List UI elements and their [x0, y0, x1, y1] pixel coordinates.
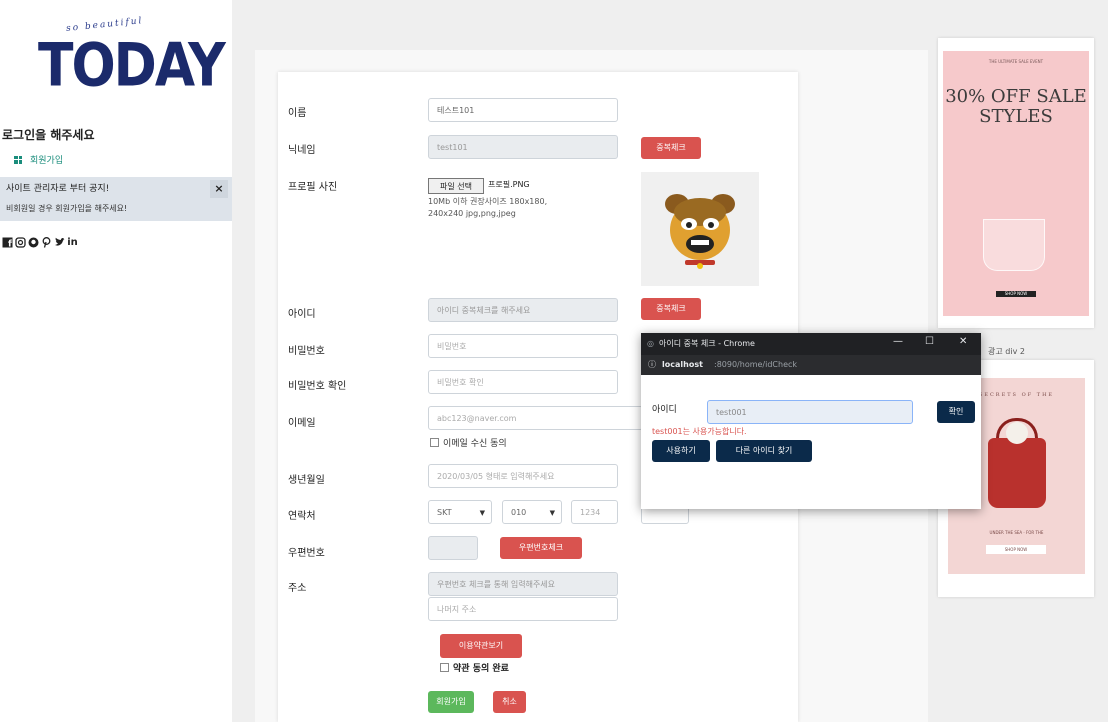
pinterest-icon[interactable]	[41, 237, 52, 248]
file-select-button[interactable]: 파일 선택	[428, 178, 484, 194]
glass-icon	[983, 219, 1045, 271]
close-icon[interactable]: ×	[210, 180, 228, 198]
phone-mid-input[interactable]: 1234	[571, 500, 618, 524]
popup-id-input[interactable]: test001	[707, 400, 913, 424]
instagram-icon[interactable]	[15, 237, 26, 248]
nickname-input[interactable]: test101	[428, 135, 618, 159]
cancel-button[interactable]: 취소	[493, 691, 526, 713]
ad-label: 광고 div 2	[988, 347, 1025, 356]
photo-label: 프로필 사진	[288, 182, 338, 193]
password-input[interactable]: 비밀번호	[428, 334, 618, 358]
file-note: 10Mb 이하 권장사이즈 180x180, 240x240 jpg,png,j…	[428, 197, 548, 218]
id-check-popup: ◎ 아이디 중복 체크 - Chrome — ☐ ✕ ⓘ localhost :…	[641, 333, 981, 509]
name-input[interactable]: 테스트101	[428, 98, 618, 122]
popup-confirm-button[interactable]: 확인	[937, 401, 975, 423]
terms-agree[interactable]: 약관 동의 완료	[440, 661, 509, 674]
birth-label: 생년월일	[288, 475, 325, 486]
carrier-select[interactable]: SKT ▼	[428, 500, 492, 524]
ad1-cta-button[interactable]: SHOP NOW	[996, 291, 1036, 297]
login-prompt: 로그인을 해주세요	[2, 128, 95, 142]
id-input[interactable]: 아이디 중복체크를 해주세요	[428, 298, 618, 322]
ad1-image: THE ULTIMATE SALE EVENT 30% OFF SALE STY…	[943, 51, 1089, 316]
left-sidebar: so beautiful TODAY 로그인을 해주세요 회원가입 사이트 관리…	[0, 0, 232, 722]
ad-banner-1[interactable]: THE ULTIMATE SALE EVENT 30% OFF SALE STY…	[938, 38, 1094, 328]
facebook-icon[interactable]: f	[2, 237, 13, 250]
phone-label: 연락처	[288, 511, 316, 522]
file-name-text: 프로필.PNG	[488, 180, 530, 189]
grid-icon	[14, 155, 22, 164]
popup-titlebar: ◎ 아이디 중복 체크 - Chrome — ☐ ✕	[641, 333, 981, 355]
notice-title: 사이트 관리자로 부터 공지!	[6, 184, 110, 194]
maximize-icon[interactable]: ☐	[925, 336, 934, 347]
address-label: 주소	[288, 583, 307, 594]
terms-button[interactable]: 이용약관보기	[440, 634, 522, 658]
phone-prefix-select[interactable]: 010 ▼	[502, 500, 562, 524]
caret-down-icon: ▼	[479, 509, 485, 517]
carrier-value: SKT	[437, 508, 452, 517]
github-icon[interactable]	[28, 237, 39, 248]
close-icon[interactable]: ✕	[959, 336, 967, 347]
terms-agree-label: 약관 동의 완료	[453, 664, 509, 674]
zip-check-button[interactable]: 우편번호체크	[500, 537, 582, 559]
notice-body: 비회원일 경우 회원가입을 해주세요!	[6, 204, 128, 213]
info-icon[interactable]: ⓘ	[648, 359, 656, 370]
zip-input[interactable]	[428, 536, 478, 560]
address-detail-input[interactable]: 나머지 주소	[428, 597, 618, 621]
bear-avatar-icon	[665, 194, 735, 269]
password-confirm-input[interactable]: 비밀번호 확인	[428, 370, 618, 394]
cat-icon	[1006, 422, 1028, 444]
address-input[interactable]: 우편번호 체크를 통해 입력해주세요	[428, 572, 618, 596]
ad1-top-text: THE ULTIMATE SALE EVENT	[988, 59, 1044, 64]
linkedin-icon[interactable]: in	[67, 237, 78, 248]
ad2-caption: UNDER THE SEA · FOR THE	[989, 530, 1044, 535]
popup-id-label: 아이디	[652, 405, 677, 415]
zip-label: 우편번호	[288, 548, 325, 559]
birth-input[interactable]: 2020/03/05 형태로 입력해주세요	[428, 464, 618, 488]
minimize-icon[interactable]: —	[893, 336, 903, 347]
ad2-cta-button[interactable]: SHOP NOW	[986, 545, 1046, 554]
screenshot-frame: so beautiful TODAY 로그인을 해주세요 회원가입 사이트 관리…	[0, 0, 1108, 722]
id-check-button[interactable]: 중복체크	[641, 298, 701, 320]
ad1-headline: 30% OFF SALE STYLES	[945, 86, 1087, 127]
nickname-label: 닉네임	[288, 145, 316, 156]
url-path: :8090/home/idCheck	[714, 360, 798, 369]
email-input[interactable]: abc123@naver.com	[428, 406, 643, 430]
popup-find-other-button[interactable]: 다른 아이디 찾기	[716, 440, 812, 462]
id-label: 아이디	[288, 309, 316, 320]
popup-availability-message: test001는 사용가능합니다.	[652, 427, 747, 436]
window-icon: ◎	[647, 339, 654, 348]
phone-prefix-value: 010	[511, 508, 527, 517]
signup-link-label: 회원가입	[30, 156, 64, 166]
password-confirm-label: 비밀번호 확인	[288, 381, 347, 392]
site-logo[interactable]: so beautiful TODAY	[30, 14, 226, 100]
popup-urlbar: ⓘ localhost :8090/home/idCheck	[641, 355, 981, 375]
caret-down-icon: ▼	[549, 509, 555, 517]
popup-use-button[interactable]: 사용하기	[652, 440, 710, 462]
email-label: 이메일	[288, 418, 316, 429]
notice-alert: 사이트 관리자로 부터 공지! 비회원일 경우 회원가입을 해주세요! ×	[0, 177, 232, 221]
social-links: f in	[2, 237, 78, 250]
red-bag-icon	[988, 438, 1046, 508]
svg-text:f: f	[8, 240, 12, 249]
url-host: localhost	[662, 360, 703, 369]
email-consent-checkbox[interactable]	[430, 438, 439, 447]
profile-preview	[641, 172, 759, 286]
signup-link[interactable]: 회원가입	[14, 153, 63, 166]
submit-button[interactable]: 회원가입	[428, 691, 474, 713]
nickname-check-button[interactable]: 중복체크	[641, 137, 701, 159]
email-consent[interactable]: 이메일 수신 동의	[430, 436, 507, 449]
popup-title: 아이디 중복 체크 - Chrome	[659, 339, 755, 348]
password-label: 비밀번호	[288, 346, 325, 357]
email-consent-label: 이메일 수신 동의	[443, 439, 507, 449]
logo-text: TODAY	[38, 31, 226, 101]
terms-agree-checkbox[interactable]	[440, 663, 449, 672]
twitter-icon[interactable]	[54, 237, 65, 248]
name-label: 이름	[288, 108, 307, 119]
